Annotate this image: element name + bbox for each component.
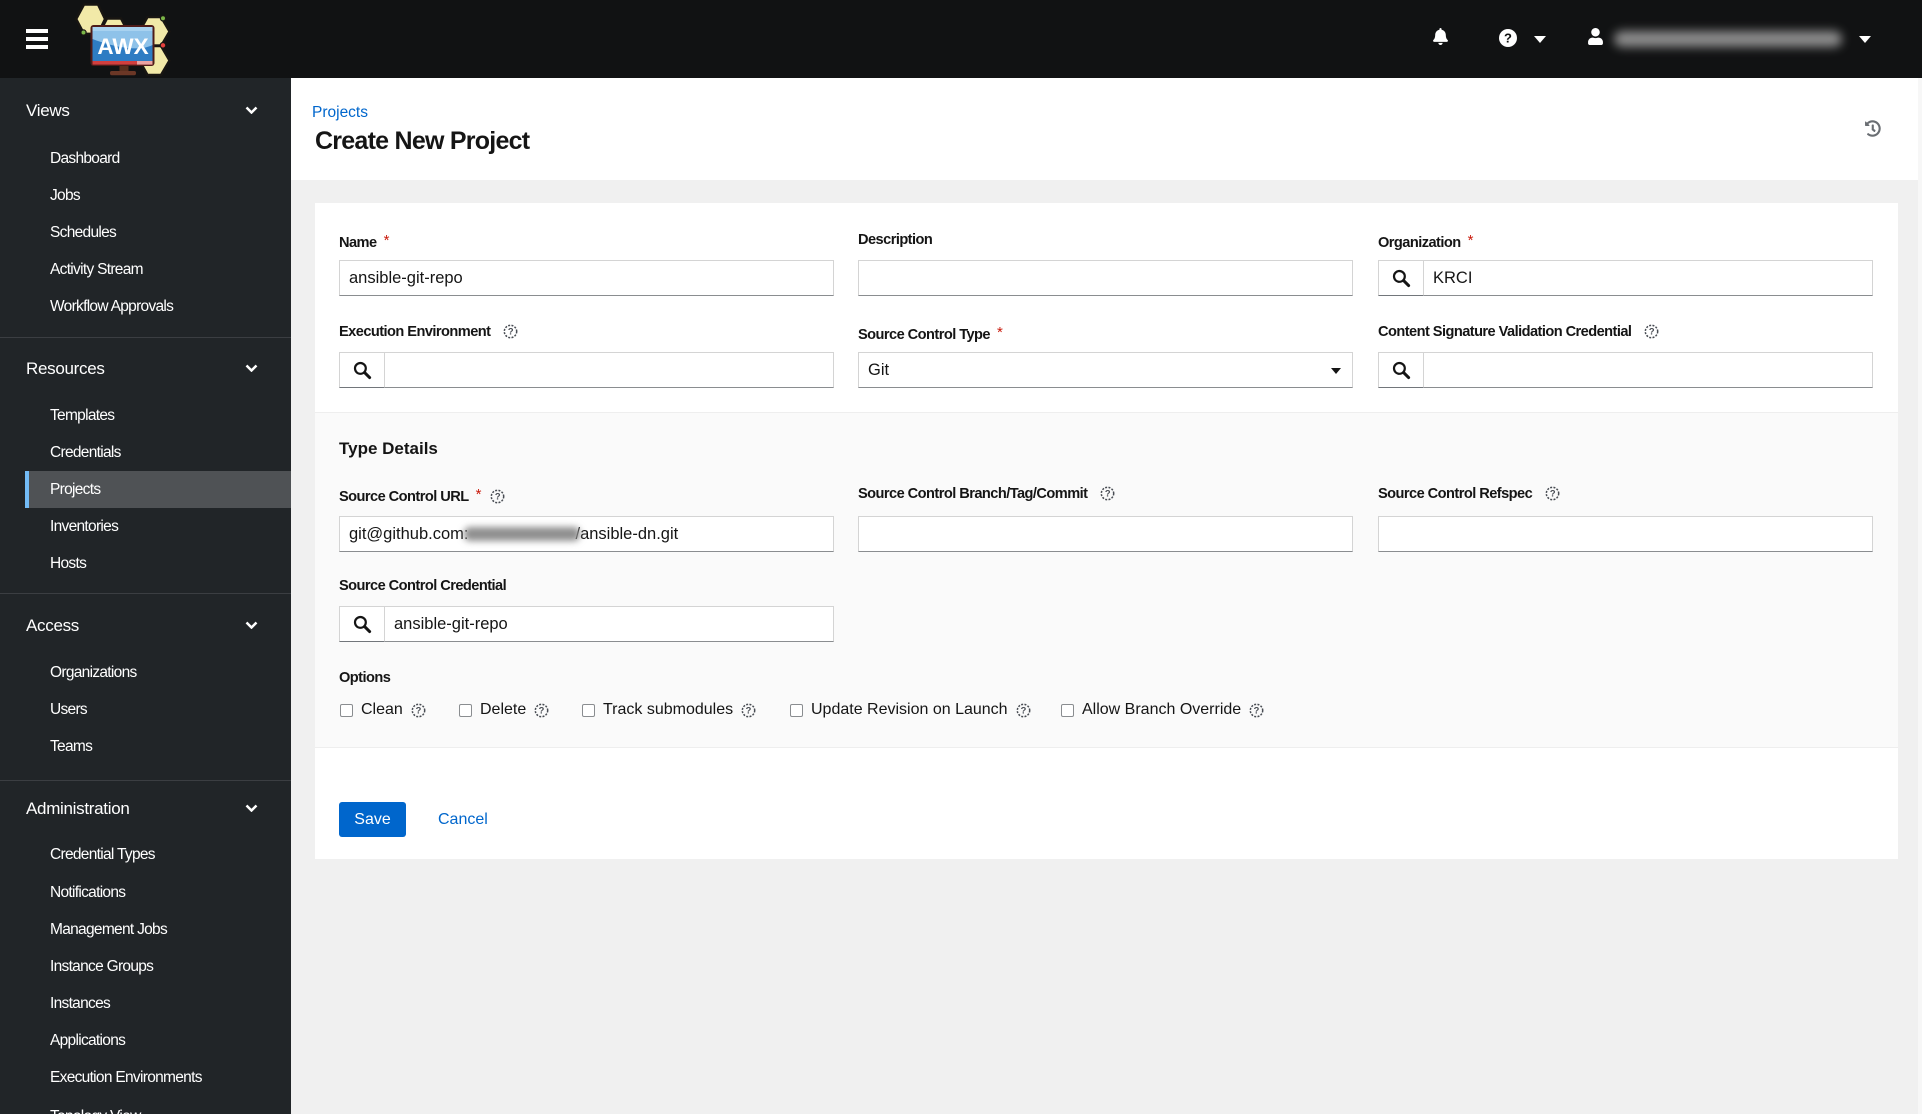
svg-text:?: ? xyxy=(415,705,421,715)
svg-text:?: ? xyxy=(539,705,545,715)
svg-text:?: ? xyxy=(1254,705,1260,715)
svg-text:?: ? xyxy=(508,327,514,337)
svg-text:?: ? xyxy=(1020,705,1026,715)
svg-text:?: ? xyxy=(746,705,752,715)
svg-text:?: ? xyxy=(1504,31,1512,46)
svg-text:?: ? xyxy=(495,492,501,502)
svg-text:AWX: AWX xyxy=(97,34,148,59)
svg-text:?: ? xyxy=(1105,489,1111,499)
svg-text:?: ? xyxy=(1550,489,1556,499)
svg-text:?: ? xyxy=(1649,327,1655,337)
